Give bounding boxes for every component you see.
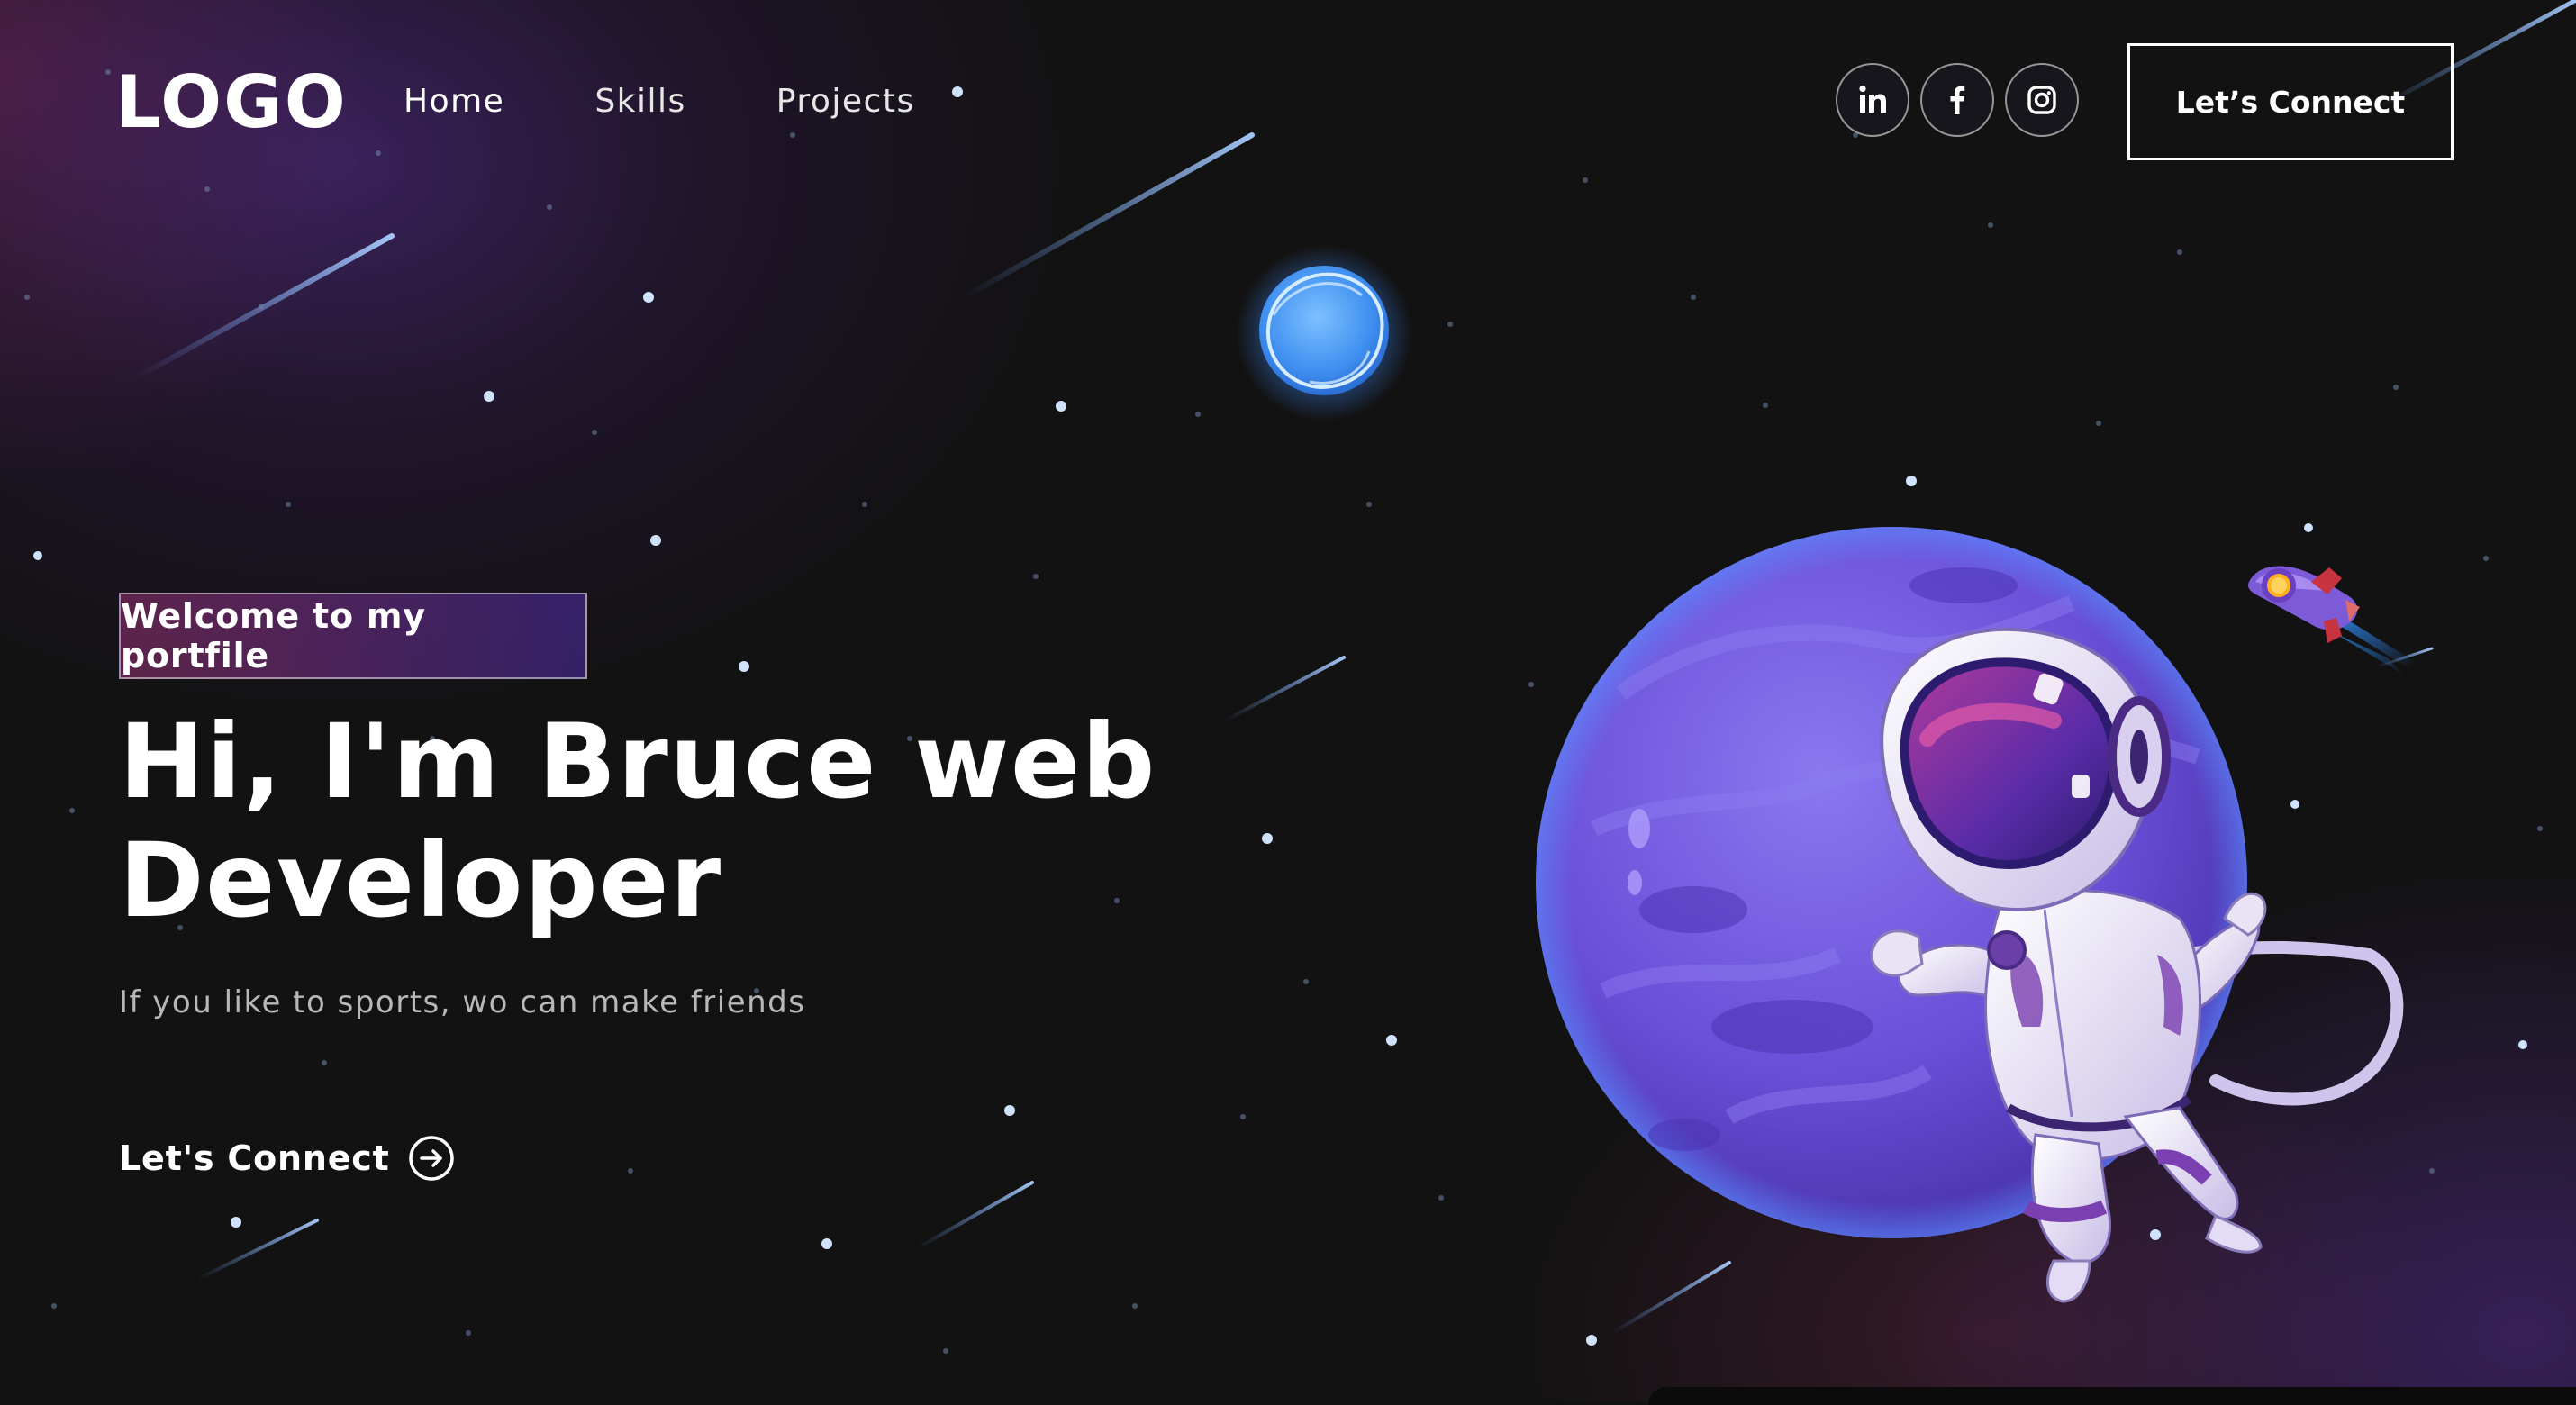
linkedin-icon[interactable]: [1836, 63, 1909, 137]
nav-link-projects[interactable]: Projects: [776, 79, 915, 124]
headline-line-2: Developer: [119, 820, 722, 940]
hero-headline: Hi, I'm Bruce web Developer: [119, 702, 1200, 940]
instagram-icon[interactable]: [2005, 63, 2079, 137]
facebook-icon[interactable]: [1920, 63, 1994, 137]
headline-line-1: Hi, I'm Bruce web: [119, 702, 1156, 821]
lets-connect-cta[interactable]: Let's Connect: [119, 1135, 455, 1182]
shooting-star: [1223, 656, 1346, 722]
astronaut-illustration: [1536, 527, 2404, 1303]
nav-link-skills[interactable]: Skills: [594, 79, 685, 124]
navbar: LOGO Home Skills Projects Let’s Connect: [0, 0, 2576, 207]
social-icons: [1836, 63, 2079, 137]
instagram-glyph: [2027, 86, 2056, 114]
arrow-right-circle-icon: [408, 1135, 455, 1182]
logo[interactable]: LOGO: [115, 58, 348, 148]
small-blue-planet: [1236, 245, 1412, 422]
hero-subtitle: If you like to sports, wo can make frien…: [119, 984, 806, 1020]
shooting-star: [196, 1219, 319, 1281]
welcome-tagline: Welcome to my portfile: [119, 593, 587, 679]
linkedin-glyph: [1859, 85, 1886, 113]
bottom-edge: [1648, 1387, 2576, 1405]
connect-button[interactable]: Let’s Connect: [2127, 43, 2454, 160]
nav-links: Home Skills Projects: [404, 79, 915, 124]
shooting-star: [917, 1181, 1034, 1249]
nav-link-home[interactable]: Home: [404, 79, 504, 124]
cta-label: Let's Connect: [119, 1138, 390, 1178]
facebook-glyph: [1950, 86, 1965, 114]
